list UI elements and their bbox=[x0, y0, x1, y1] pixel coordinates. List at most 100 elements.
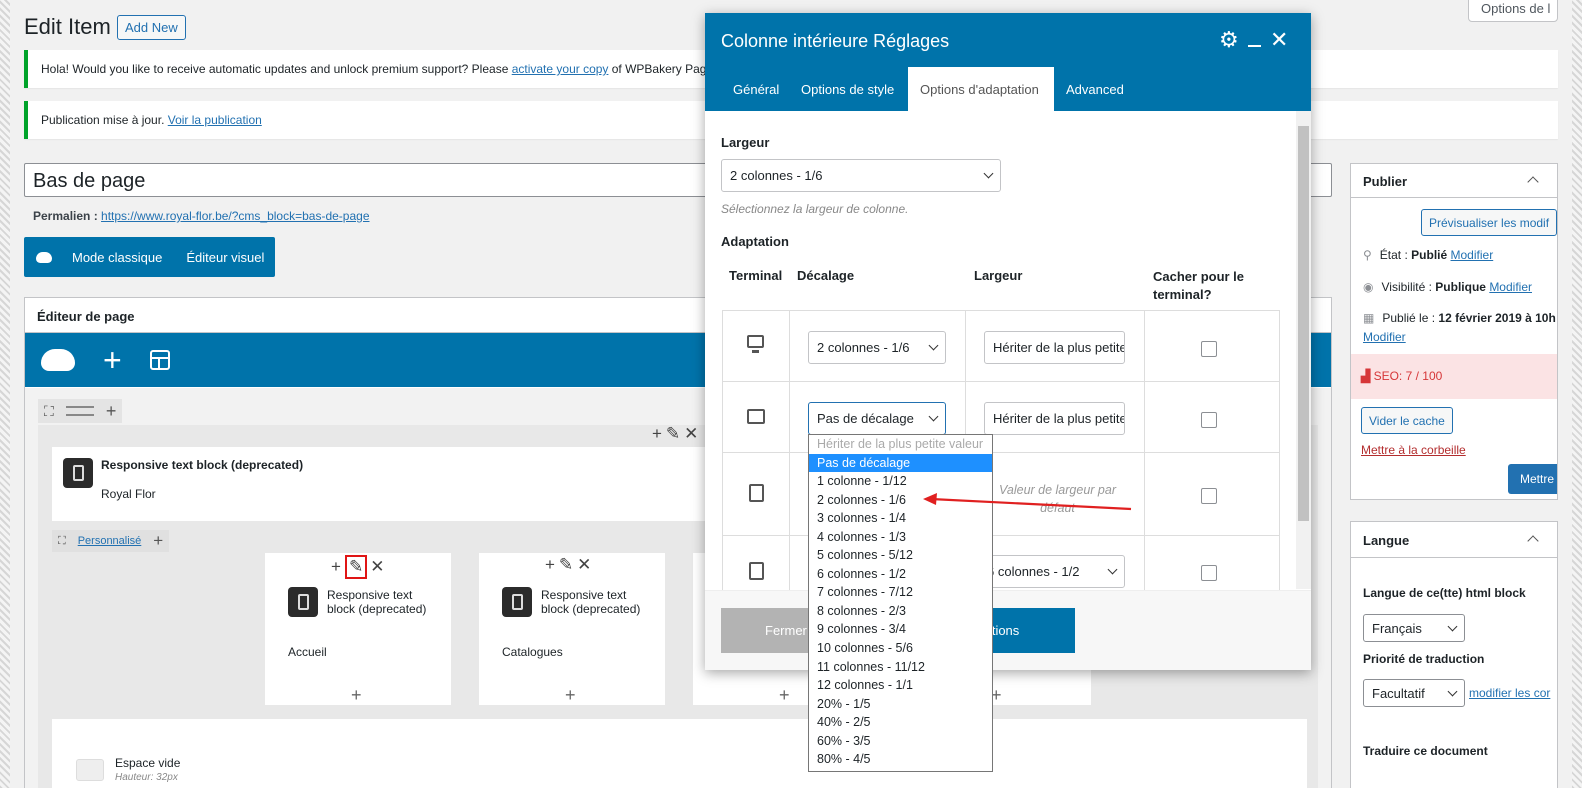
row-drag-icon[interactable]: ⛶ bbox=[44, 403, 54, 420]
templates-icon[interactable] bbox=[149, 350, 170, 370]
column-add-icon[interactable]: + bbox=[565, 685, 576, 706]
offset-option[interactable]: 6 colonnes - 1/2 bbox=[809, 565, 992, 584]
column-controls[interactable]: +✎✕ bbox=[545, 555, 595, 575]
published-edit-link[interactable]: Modifier bbox=[1363, 330, 1406, 344]
hide-checkbox-tablet-landscape[interactable] bbox=[1201, 412, 1217, 428]
offset-select-desktop[interactable]: 2 colonnes - 1/6 bbox=[808, 331, 946, 364]
row-add-icon[interactable]: + bbox=[106, 401, 117, 422]
clear-cache-button[interactable]: Vider le cache bbox=[1361, 407, 1453, 434]
add-element-icon[interactable]: + bbox=[103, 344, 122, 376]
collapse-icon[interactable] bbox=[1527, 176, 1539, 188]
mode-classic-button[interactable]: Mode classique bbox=[72, 250, 162, 265]
offset-option[interactable]: 12 colonnes - 1/1 bbox=[809, 676, 992, 695]
calendar-icon: ▦ bbox=[1363, 311, 1375, 325]
gear-icon[interactable]: ⚙ bbox=[1219, 27, 1239, 53]
offset-option[interactable]: 4 colonnes - 1/3 bbox=[809, 528, 992, 547]
view-post-link[interactable]: Voir la publication bbox=[168, 113, 262, 127]
th-width: Largeur bbox=[974, 268, 1023, 283]
adaptation-label: Adaptation bbox=[721, 234, 789, 249]
empty-space-block[interactable]: Espace vide Hauteur: 32px bbox=[52, 719, 1307, 788]
responsive-block-icon bbox=[63, 458, 93, 488]
width-select[interactable]: 2 colonnes - 1/6 bbox=[721, 159, 1001, 192]
offset-option[interactable]: 8 colonnes - 2/3 bbox=[809, 602, 992, 621]
column-add-icon[interactable]: + bbox=[779, 685, 790, 706]
th-offset: Décalage bbox=[797, 268, 855, 283]
preview-button[interactable]: Prévisualiser les modif bbox=[1421, 209, 1557, 236]
seo-score: ▟ SEO: 7 / 100 bbox=[1351, 354, 1557, 399]
offset-option[interactable]: 7 colonnes - 7/12 bbox=[809, 583, 992, 602]
wpbakery-cloud-icon[interactable] bbox=[41, 349, 75, 371]
publish-box: Publier Prévisualiser les modif ⚲ État : … bbox=[1350, 163, 1558, 500]
offset-option[interactable]: Pas de décalage bbox=[809, 453, 992, 473]
offset-option[interactable]: 20% - 1/5 bbox=[809, 695, 992, 714]
screen-options-button[interactable]: Options de l bbox=[1468, 0, 1558, 22]
update-button[interactable]: Mettre bbox=[1508, 464, 1557, 494]
updated-notice-text: Publication mise à jour. bbox=[41, 113, 168, 127]
hide-checkbox-mobile[interactable] bbox=[1201, 565, 1217, 581]
collapse-icon[interactable] bbox=[1527, 535, 1539, 547]
publish-header[interactable]: Publier bbox=[1351, 164, 1557, 198]
offset-option[interactable]: 10 colonnes - 5/6 bbox=[809, 639, 992, 658]
offset-option[interactable]: Hériter de la plus petite valeur bbox=[809, 435, 992, 454]
inner-column-1[interactable]: + ✎ ✕ Responsive text block (deprecated) A… bbox=[265, 553, 451, 705]
offset-option[interactable]: 80% - 4/5 bbox=[809, 750, 992, 769]
inner-row-add-icon[interactable]: + bbox=[153, 531, 163, 551]
right-border bbox=[1572, 0, 1582, 788]
wpbakery-logo-icon bbox=[36, 251, 52, 263]
permalink-url[interactable]: https://www.royal-flor.be/?cms_block=bas… bbox=[101, 209, 369, 223]
width-select-mobile[interactable]: 6 colonnes - 1/2 bbox=[984, 555, 1125, 588]
width-help: Sélectionnez la largeur de colonne. bbox=[721, 202, 909, 216]
mode-visual-button[interactable]: Éditeur visuel bbox=[186, 250, 264, 265]
close-icon[interactable]: ✕ bbox=[1270, 27, 1288, 53]
status-edit-link[interactable]: Modifier bbox=[1451, 248, 1494, 262]
wpbakery-notice-text-end: of WPBakery Pag bbox=[608, 62, 707, 76]
offset-select-tablet-landscape[interactable]: Pas de décalage bbox=[808, 402, 946, 435]
tablet-portrait-icon bbox=[749, 484, 764, 502]
tab-style-options[interactable]: Options de style bbox=[801, 82, 894, 97]
hide-checkbox-tablet-portrait[interactable] bbox=[1201, 488, 1217, 504]
edit-pencil-icon[interactable]: ✎ bbox=[344, 555, 368, 579]
modal-scrollbar-thumb[interactable] bbox=[1298, 126, 1309, 521]
activate-copy-link[interactable]: activate your copy bbox=[512, 62, 609, 76]
element-controls[interactable]: +✎✕ bbox=[652, 424, 702, 444]
priority-select[interactable]: Facultatif bbox=[1363, 679, 1465, 707]
hide-checkbox-desktop[interactable] bbox=[1201, 341, 1217, 357]
th-hide: Cacher pour le terminal? bbox=[1153, 269, 1245, 302]
empty-space-height: Hauteur: 32px bbox=[115, 772, 178, 783]
offset-option[interactable]: 9 colonnes - 3/4 bbox=[809, 620, 992, 639]
offset-option[interactable]: 40% - 2/5 bbox=[809, 713, 992, 732]
tab-responsive-options[interactable]: Options d'adaptation bbox=[908, 67, 1054, 111]
offset-option[interactable]: 11 colonnes - 11/12 bbox=[809, 658, 992, 677]
offset-option[interactable]: 5 colonnes - 5/12 bbox=[809, 546, 992, 565]
offset-option[interactable]: 1 colonne - 1/12 bbox=[809, 472, 992, 491]
tab-general[interactable]: Général bbox=[733, 82, 779, 97]
edit-corrections-link[interactable]: modifier les cor bbox=[1469, 686, 1550, 700]
language-label: Langue de ce(tte) html block bbox=[1363, 586, 1526, 600]
minimize-icon[interactable] bbox=[1248, 45, 1261, 47]
column-block-text: Accueil bbox=[288, 645, 327, 659]
empty-space-icon bbox=[76, 759, 104, 781]
inner-column-2[interactable]: +✎✕ Responsive text block (deprecated) C… bbox=[479, 553, 665, 705]
inner-row-drag-icon[interactable]: ⛶ bbox=[58, 535, 66, 548]
offset-dropdown-list[interactable]: Hériter de la plus petite valeur Pas de d… bbox=[808, 434, 993, 772]
page-title: Edit Item bbox=[24, 14, 111, 39]
width-select-desktop[interactable]: Hériter de la plus petite valeur bbox=[984, 331, 1125, 364]
add-new-button[interactable]: Add New bbox=[117, 15, 186, 40]
row-layout-icon[interactable] bbox=[65, 406, 94, 416]
width-select-tablet-landscape[interactable]: Hériter de la plus petite valeur bbox=[984, 402, 1125, 435]
language-select[interactable]: Français bbox=[1363, 614, 1465, 642]
inner-row-layout-link[interactable]: Personnalisé bbox=[78, 535, 142, 547]
tab-advanced[interactable]: Advanced bbox=[1066, 82, 1124, 97]
row-controls[interactable]: ⛶ + bbox=[38, 399, 123, 423]
published-row: ▦ Publié le : 12 février 2019 à 10h bbox=[1363, 311, 1556, 325]
language-header[interactable]: Langue bbox=[1351, 522, 1557, 558]
status-row: ⚲ État : Publié Modifier bbox=[1363, 248, 1494, 262]
offset-option[interactable]: 60% - 3/5 bbox=[809, 732, 992, 751]
settings-modal: Colonne intérieure Réglages ⚙ ✕ Général … bbox=[705, 13, 1311, 670]
block-text: Royal Flor bbox=[101, 487, 156, 501]
trash-link[interactable]: Mettre à la corbeille bbox=[1361, 443, 1466, 457]
column-add-icon[interactable]: + bbox=[351, 685, 362, 706]
column-controls[interactable]: +✎✕ bbox=[331, 555, 388, 579]
inner-row-controls[interactable]: ⛶ Personnalisé + bbox=[52, 530, 170, 552]
visibility-edit-link[interactable]: Modifier bbox=[1489, 280, 1532, 294]
